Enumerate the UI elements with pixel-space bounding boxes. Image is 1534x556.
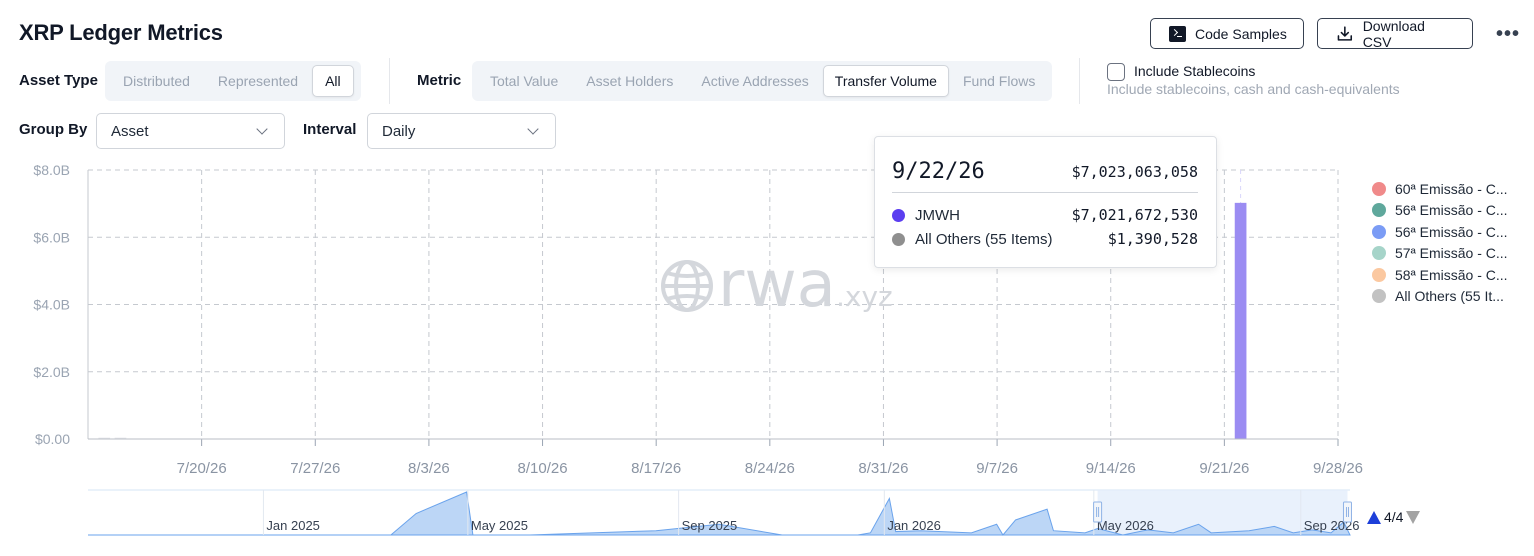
navigator-tick-label: May 2025 — [471, 518, 528, 533]
legend-item[interactable]: 56ª Emissão - C... — [1372, 200, 1532, 222]
x-tick-label: 8/3/26 — [408, 460, 450, 477]
x-tick-label: 7/27/26 — [290, 460, 340, 477]
x-tick-label: 8/17/26 — [631, 460, 681, 477]
tooltip-row: All Others (55 Items) $1,390,528 — [892, 228, 1198, 250]
legend-item[interactable]: 60ª Emissão - C... — [1372, 178, 1532, 200]
tooltip-divider — [892, 192, 1198, 193]
legend-color-dot — [1372, 203, 1386, 218]
transfer-volume-chart: rwa .xyz $0.00 $2.0B $4.0B $6.0B $8.0B 7/20/2… — [33, 162, 1363, 536]
tooltip-series-name: JMWH — [915, 206, 960, 224]
legend-item[interactable]: 58ª Emissão - C... — [1372, 264, 1532, 286]
legend-color-dot — [1372, 267, 1386, 282]
range-navigator[interactable]: Jan 2025 May 2025 Sep 2025 Jan 2026 May 2026… — [88, 489, 1359, 536]
x-tick-label: 8/10/26 — [518, 460, 568, 477]
arrow-up-icon[interactable] — [1367, 510, 1381, 524]
tooltip-series-name: All Others (55 Items) — [915, 230, 1053, 248]
navigator-tick-label: Sep 2025 — [682, 518, 738, 533]
legend-color-dot — [1372, 224, 1386, 239]
y-tick-label: $6.0B — [33, 229, 70, 245]
tooltip-total: $7,023,063,058 — [1071, 163, 1198, 181]
legend-item[interactable]: 56ª Emissão - C... — [1372, 221, 1532, 243]
y-tick-label: $8.0B — [33, 162, 70, 178]
navigator-tick-label: Jan 2026 — [887, 518, 941, 533]
legend-label: 57ª Emissão - C... — [1395, 245, 1508, 262]
bar — [1234, 202, 1247, 439]
legend-item[interactable]: All Others (55 It... — [1372, 286, 1532, 308]
y-tick-label: $4.0B — [33, 297, 70, 313]
x-tick-label: 9/21/26 — [1199, 460, 1249, 477]
watermark-text: rwa — [718, 248, 836, 322]
series-color-dot — [892, 208, 905, 222]
navigator-tick-label: May 2026 — [1097, 518, 1154, 533]
chart-tooltip: 9/22/26 $7,023,063,058 JMWH $7,021,672,5… — [874, 136, 1217, 268]
navigator-tick-label: Jan 2025 — [266, 518, 320, 533]
x-tick-label: 8/31/26 — [858, 460, 908, 477]
arrow-down-icon[interactable] — [1406, 510, 1421, 524]
legend-color-dot — [1372, 289, 1386, 304]
series-color-dot — [892, 232, 905, 246]
watermark: rwa .xyz — [661, 248, 893, 322]
x-tick-label: 9/28/26 — [1313, 460, 1363, 477]
y-tick-label: $2.0B — [33, 364, 70, 380]
x-tick-label: 9/14/26 — [1086, 460, 1136, 477]
legend-label: 60ª Emissão - C... — [1395, 180, 1508, 197]
x-tick-label: 9/7/26 — [976, 460, 1018, 477]
legend-item[interactable]: 57ª Emissão - C... — [1372, 243, 1532, 265]
legend-color-dot — [1372, 246, 1386, 261]
legend-label: All Others (55 It... — [1395, 288, 1504, 305]
x-tick-label: 8/24/26 — [745, 460, 795, 477]
globe-icon — [661, 260, 713, 312]
navigator-handle — [1093, 501, 1103, 523]
chart-legend: 60ª Emissão - C... 56ª Emissão - C... 56ª … — [1372, 178, 1532, 307]
tooltip-series-value: $1,390,528 — [1107, 230, 1198, 248]
legend-label: 56ª Emissão - C... — [1395, 202, 1508, 219]
tooltip-series-value: $7,021,672,530 — [1071, 206, 1198, 224]
navigator-handle — [1342, 501, 1352, 523]
legend-label: 58ª Emissão - C... — [1395, 266, 1508, 283]
watermark-suffix: .xyz — [836, 280, 893, 313]
x-tick-label: 7/20/26 — [177, 460, 227, 477]
y-tick-label: $0.00 — [35, 431, 70, 447]
legend-page-indicator: 4/4 — [1384, 509, 1404, 525]
legend-color-dot — [1372, 181, 1386, 196]
tooltip-row: JMWH $7,021,672,530 — [892, 204, 1198, 226]
legend-label: 56ª Emissão - C... — [1395, 223, 1508, 240]
tooltip-date: 9/22/26 — [892, 159, 985, 184]
legend-pager: 4/4 — [1367, 509, 1421, 525]
